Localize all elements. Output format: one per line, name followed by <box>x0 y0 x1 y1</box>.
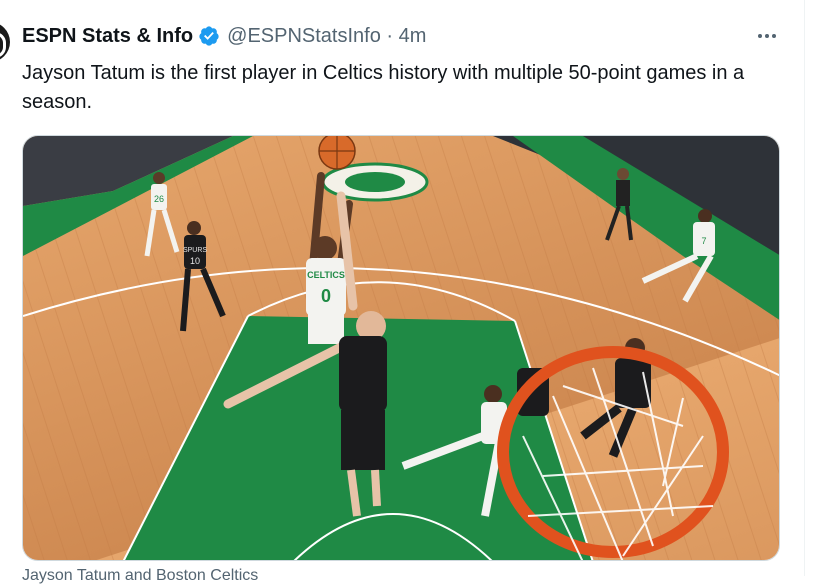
verified-badge-icon <box>198 25 220 47</box>
jersey-number-0: 0 <box>321 286 331 306</box>
tweet-photo[interactable]: 26 SPURS 10 7 CELTICS 0 <box>22 135 780 561</box>
tweet-text: Jayson Tatum is the first player in Celt… <box>22 62 745 113</box>
author-avatar[interactable] <box>0 22 10 62</box>
tweet-header: ESPN Stats & Info @ESPNStatsInfo · 4m <box>22 24 426 48</box>
avatar-logo <box>0 32 6 58</box>
jersey-team-spurs: SPURS <box>183 247 207 254</box>
jersey-number-10: 10 <box>190 256 200 266</box>
jersey-number-7: 7 <box>701 236 706 246</box>
jersey-team-celtics: CELTICS <box>307 270 345 280</box>
timeline-divider <box>804 0 805 576</box>
photo-caption: Jayson Tatum and Boston Celtics <box>22 567 259 584</box>
more-options-icon[interactable] <box>752 24 782 48</box>
jersey-number-26: 26 <box>154 194 164 204</box>
author-name[interactable]: ESPN Stats & Info <box>22 25 193 48</box>
author-handle-and-time[interactable]: @ESPNStatsInfo · 4m <box>227 25 426 48</box>
